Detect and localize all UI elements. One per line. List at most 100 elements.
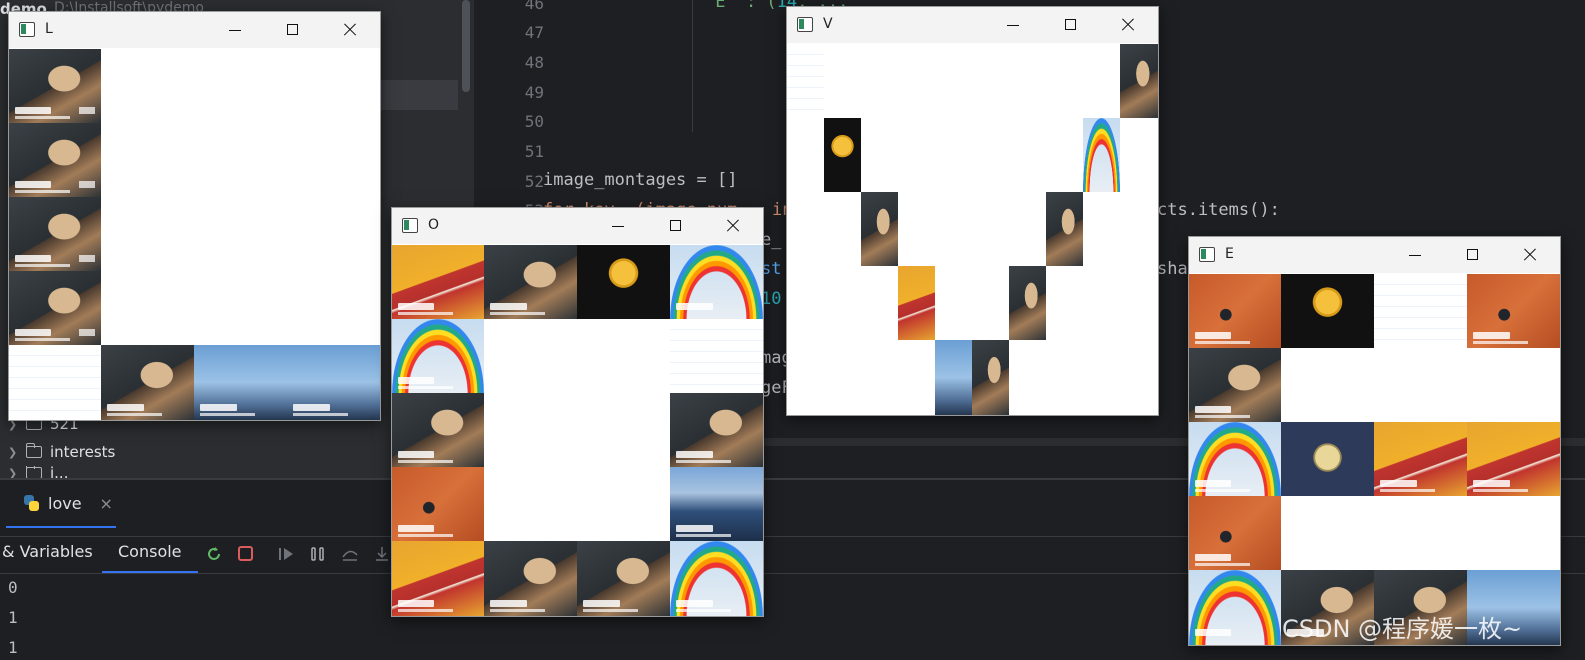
window-E[interactable]: E — [1188, 236, 1561, 646]
console-output-line: 1 — [8, 608, 18, 627]
montage-tile — [1083, 118, 1120, 192]
app-icon — [797, 17, 813, 32]
window-O[interactable]: O — [391, 207, 764, 617]
project-scrollbar[interactable] — [462, 0, 470, 92]
app-icon — [402, 218, 418, 233]
montage-tile — [9, 345, 101, 420]
minimize-button[interactable] — [606, 214, 630, 238]
image-montage-O — [392, 245, 763, 616]
montage-tile — [1046, 192, 1083, 266]
montage-tile — [1189, 348, 1281, 422]
montage-tile — [670, 245, 763, 319]
montage-tile — [9, 197, 101, 271]
maximize-button[interactable] — [1461, 243, 1485, 267]
line-number: 51 — [524, 142, 544, 161]
code-line-52: image_montages = [] — [543, 170, 738, 190]
maximize-button[interactable] — [281, 18, 305, 42]
maximize-button[interactable] — [1059, 13, 1083, 37]
window-titlebar[interactable]: V — [787, 7, 1158, 43]
python-icon — [22, 494, 40, 512]
run-tab-label: love — [48, 493, 82, 513]
code-line-53-end: cts.items(): — [1157, 200, 1280, 220]
line-number: 50 — [524, 112, 544, 131]
montage-tile — [787, 44, 824, 118]
montage-tile — [670, 319, 763, 393]
montage-tile — [670, 541, 763, 616]
montage-tile — [824, 118, 861, 192]
close-icon[interactable]: × — [100, 494, 113, 513]
maximize-button[interactable] — [664, 214, 688, 238]
montage-tile — [1189, 422, 1281, 496]
montage-tile — [9, 271, 101, 345]
step-over-icon[interactable] — [341, 545, 359, 563]
tree-item-label: interests — [50, 443, 116, 461]
montage-tile — [392, 245, 484, 319]
window-V[interactable]: V — [786, 6, 1159, 416]
console-tab-indicator — [102, 571, 198, 573]
window-titlebar[interactable]: E — [1189, 237, 1560, 273]
console-output-line: 1 — [8, 638, 18, 657]
montage-tile — [484, 541, 577, 616]
montage-tile — [935, 340, 972, 415]
montage-tile — [972, 340, 1009, 415]
montage-tile — [1467, 274, 1560, 348]
montage-tile — [9, 49, 101, 123]
close-button[interactable] — [1518, 243, 1542, 267]
minimize-button[interactable] — [223, 18, 247, 42]
rerun-icon[interactable] — [205, 545, 223, 563]
montage-tile — [1189, 570, 1281, 645]
montage-tile — [287, 345, 380, 420]
line-number: 49 — [524, 83, 544, 102]
montage-tile — [392, 393, 484, 467]
close-button[interactable] — [1116, 13, 1140, 37]
image-montage-V — [787, 44, 1158, 415]
minimize-button[interactable] — [1001, 13, 1025, 37]
window-L[interactable]: L — [8, 11, 381, 421]
app-icon — [1199, 247, 1215, 262]
line-number: 46 — [524, 0, 544, 13]
montage-tile — [577, 541, 670, 616]
line-number: 47 — [524, 23, 544, 42]
montage-tile — [577, 245, 670, 319]
window-title: V — [823, 16, 833, 32]
image-montage-E — [1189, 274, 1560, 645]
montage-tile — [392, 467, 484, 541]
montage-tile — [1281, 422, 1374, 496]
code-fragment: 10 — [761, 289, 782, 309]
console-output-line: 0 — [8, 578, 18, 597]
montage-tile — [670, 467, 763, 541]
stop-icon[interactable] — [237, 545, 255, 563]
folder-icon — [25, 443, 42, 458]
indent-guide — [692, 0, 693, 132]
montage-tile — [1374, 422, 1467, 496]
code-fragment: st — [761, 259, 782, 279]
window-title: L — [45, 21, 53, 37]
window-titlebar[interactable]: O — [392, 208, 763, 244]
minimize-button[interactable] — [1403, 243, 1427, 267]
image-montage-L — [9, 49, 380, 420]
step-into-icon[interactable] — [373, 545, 391, 563]
run-tab-love[interactable]: love × — [22, 488, 113, 518]
montage-tile — [861, 192, 898, 266]
montage-tile — [1009, 266, 1046, 340]
montage-tile — [484, 245, 577, 319]
chevron-right-icon[interactable]: ❯ — [8, 446, 18, 459]
montage-tile — [101, 345, 194, 420]
window-titlebar[interactable]: L — [9, 12, 380, 48]
montage-tile — [392, 319, 484, 393]
montage-tile — [1189, 496, 1281, 570]
resume-icon[interactable] — [277, 545, 295, 563]
code-string: 'E' — [705, 0, 736, 12]
montage-tile — [392, 541, 484, 616]
montage-tile — [194, 345, 287, 420]
close-button[interactable] — [338, 18, 362, 42]
montage-tile — [1467, 422, 1560, 496]
montage-tile — [1281, 274, 1374, 348]
tab-console[interactable]: Console — [118, 542, 182, 561]
montage-tile — [9, 123, 101, 197]
tree-item-interests[interactable]: ❯ interests — [8, 438, 115, 466]
close-button[interactable] — [721, 214, 745, 238]
montage-tile — [670, 393, 763, 467]
tab-variables[interactable]: & Variables — [2, 542, 93, 561]
pause-icon[interactable] — [309, 545, 327, 563]
